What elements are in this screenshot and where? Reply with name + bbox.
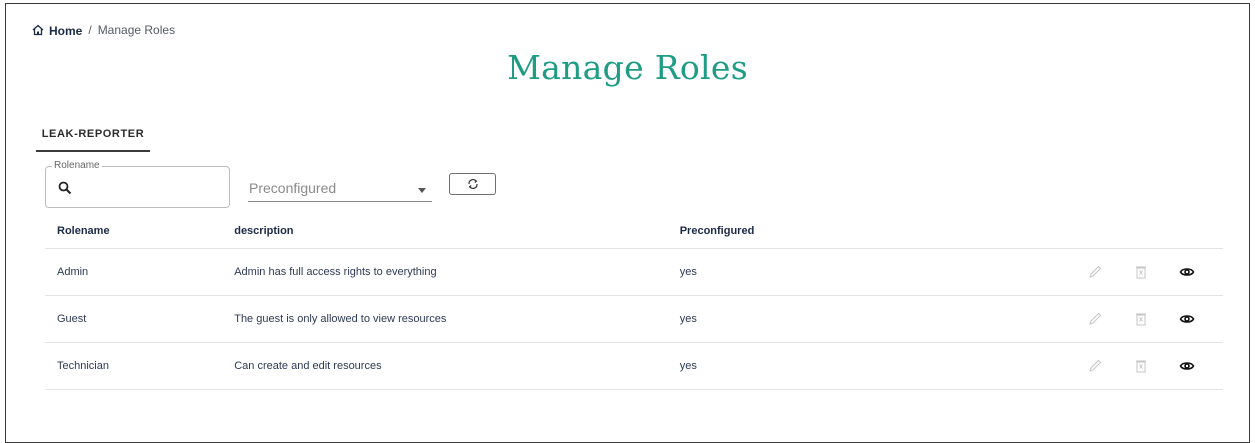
- pencil-icon[interactable]: [1087, 311, 1103, 327]
- table-row[interactable]: Technician Can create and edit resources…: [45, 342, 1223, 390]
- cell-preconfigured: yes: [679, 342, 1066, 390]
- chevron-down-icon: [418, 188, 426, 193]
- cell-description: Can create and edit resources: [234, 342, 680, 390]
- trash-icon[interactable]: [1133, 311, 1149, 327]
- page-title: Manage Roles: [507, 48, 748, 87]
- trash-icon[interactable]: [1133, 264, 1149, 280]
- column-header-rolename[interactable]: Rolename: [45, 214, 235, 249]
- cell-rolename: Guest: [45, 295, 235, 343]
- pencil-icon[interactable]: [1087, 264, 1103, 280]
- row-actions: [1065, 295, 1223, 343]
- rolename-search-field[interactable]: Rolename: [45, 160, 230, 208]
- roles-table: Rolename description Preconfigured Admin…: [45, 214, 1223, 390]
- preconfigured-select-placeholder: Preconfigured: [249, 180, 337, 196]
- cell-preconfigured: yes: [679, 248, 1066, 296]
- cell-description: Admin has full access rights to everythi…: [234, 248, 680, 296]
- table-row[interactable]: Guest The guest is only allowed to view …: [45, 295, 1223, 343]
- eye-icon[interactable]: [1179, 264, 1195, 280]
- tab-leak-reporter[interactable]: LEAK-REPORTER: [36, 122, 150, 152]
- home-icon[interactable]: [32, 24, 44, 36]
- row-actions: [1065, 248, 1223, 296]
- cell-preconfigured: yes: [679, 295, 1066, 343]
- column-header-actions: [1065, 214, 1223, 249]
- refresh-button[interactable]: [449, 173, 496, 195]
- pencil-icon[interactable]: [1087, 358, 1103, 374]
- column-header-description[interactable]: description: [234, 214, 680, 249]
- preconfigured-select[interactable]: Preconfigured: [248, 176, 432, 202]
- cell-description: The guest is only allowed to view resour…: [234, 295, 680, 343]
- search-icon: [58, 181, 72, 195]
- breadcrumb: Home / Manage Roles: [32, 21, 175, 38]
- app-frame: Home / Manage Roles Manage Roles LEAK-RE…: [5, 3, 1250, 443]
- breadcrumb-separator: /: [88, 22, 92, 37]
- column-header-preconfigured[interactable]: Preconfigured: [679, 214, 1066, 249]
- refresh-icon: [466, 177, 480, 191]
- rolename-search-input[interactable]: [80, 177, 224, 199]
- cell-rolename: Admin: [45, 248, 235, 296]
- breadcrumb-current: Manage Roles: [97, 23, 176, 37]
- trash-icon[interactable]: [1133, 358, 1149, 374]
- cell-rolename: Technician: [45, 342, 235, 390]
- table-header-row: Rolename description Preconfigured: [45, 214, 1223, 249]
- rolename-field-label: Rolename: [52, 160, 102, 171]
- row-actions: [1065, 342, 1223, 390]
- eye-icon[interactable]: [1179, 358, 1195, 374]
- breadcrumb-home-link[interactable]: Home: [49, 24, 82, 38]
- table-row[interactable]: Admin Admin has full access rights to ev…: [45, 248, 1223, 296]
- eye-icon[interactable]: [1179, 311, 1195, 327]
